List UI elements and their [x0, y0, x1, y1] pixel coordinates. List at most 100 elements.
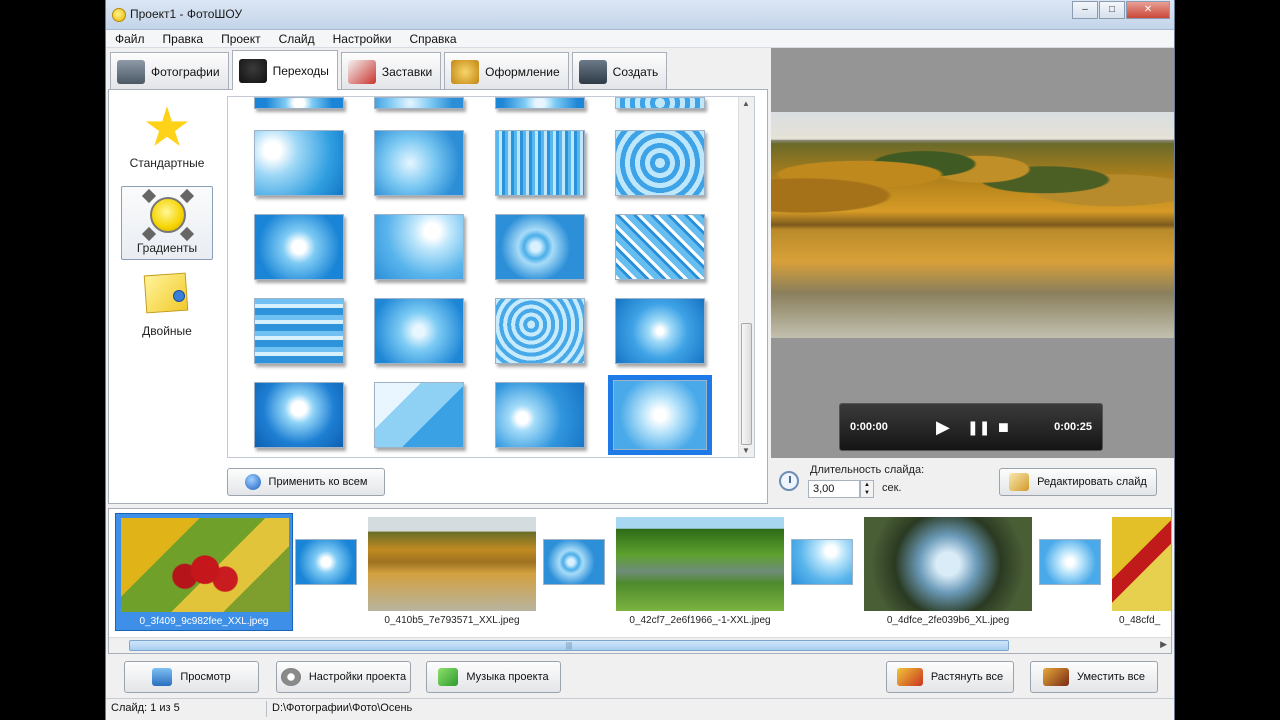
menu-settings[interactable]: Настройки	[324, 30, 401, 47]
current-time: 0:00:00	[850, 421, 888, 433]
transition-thumb[interactable]	[615, 130, 705, 196]
transition-thumb[interactable]	[254, 130, 344, 196]
transition-thumb[interactable]	[254, 214, 344, 280]
transition-thumb-selected[interactable]	[608, 375, 712, 455]
total-time: 0:00:25	[1054, 421, 1092, 433]
apply-to-all-button[interactable]: Применить ко всем	[227, 468, 385, 496]
stretch-image-icon	[896, 668, 923, 686]
category-standard[interactable]: Стандартные	[121, 100, 213, 174]
scroll-down-icon[interactable]: ▼	[742, 446, 750, 455]
gradient-icon	[141, 188, 195, 242]
category-standard-label: Стандартные	[129, 156, 205, 170]
main-tabs: Фотографии Переходы Заставки Оформление …	[110, 50, 670, 90]
tab-intros[interactable]: Заставки	[340, 52, 442, 90]
menu-edit[interactable]: Правка	[154, 30, 213, 47]
transition-categories: Стандартные Градиенты Двойные	[109, 90, 227, 503]
filmstrip-scrollbar[interactable]: ||| ▶	[109, 637, 1171, 653]
slide-transition[interactable]	[791, 539, 853, 585]
play-button[interactable]: ▶	[936, 417, 950, 437]
window-title: Проект1 - ФотоШОУ	[130, 7, 243, 21]
film-clapper-icon	[347, 59, 376, 84]
duration-unit: сек.	[882, 482, 902, 494]
transition-thumb[interactable]	[374, 130, 464, 196]
slide-filename: 0_48cfd_	[1119, 615, 1161, 626]
slide-item[interactable]: 0_410b5_7e793571_XXL.jpeg	[363, 513, 541, 631]
slide-filename: 0_42cf7_2e6f1966_-1-XXL.jpeg	[629, 615, 771, 626]
maximize-button[interactable]: □	[1099, 1, 1125, 19]
status-folder-path: D:\Фотографии\Фото\Осень	[272, 702, 413, 714]
tab-create[interactable]: Создать	[571, 52, 668, 90]
category-double[interactable]: Двойные	[121, 268, 213, 342]
transition-grid: ▲ ▼	[227, 96, 755, 458]
project-settings-button[interactable]: Настройки проекта	[276, 661, 411, 693]
slide-item[interactable]: 0_4dfce_2fe039b6_XL.jpeg	[859, 513, 1037, 631]
preview-button[interactable]: Просмотр	[124, 661, 259, 693]
tab-transitions-label: Переходы	[272, 63, 329, 78]
tab-create-label: Создать	[612, 64, 659, 79]
slide-image	[864, 517, 1032, 611]
minimize-button[interactable]: –	[1072, 1, 1098, 19]
palette-icon	[451, 59, 480, 84]
transition-thumb[interactable]	[615, 214, 705, 280]
project-music-button[interactable]: Музыка проекта	[426, 661, 561, 693]
magic-hat-icon	[238, 58, 267, 83]
slide-transition[interactable]	[295, 539, 357, 585]
edit-slide-label: Редактировать слайд	[1037, 476, 1147, 488]
tab-photos[interactable]: Фотографии	[110, 52, 229, 90]
duration-input[interactable]: 3,00	[808, 480, 860, 498]
duration-spinner[interactable]: ▲ ▼	[860, 480, 874, 498]
transition-thumb[interactable]	[495, 298, 585, 364]
scroll-up-icon[interactable]: ▲	[742, 99, 750, 108]
title-bar[interactable]: Проект1 - ФотоШОУ – □ ✕	[106, 0, 1174, 30]
pin-icon	[173, 290, 185, 302]
slide-filename: 0_410b5_7e793571_XXL.jpeg	[384, 615, 520, 626]
fit-all-button[interactable]: Уместить все	[1030, 661, 1158, 693]
menu-slide[interactable]: Слайд	[270, 30, 324, 47]
transition-thumb[interactable]	[495, 97, 585, 109]
transition-thumb[interactable]	[374, 214, 464, 280]
slide-item[interactable]: 0_48cfd_	[1107, 513, 1171, 631]
app-logo-icon	[112, 8, 126, 22]
edit-slide-button[interactable]: Редактировать слайд	[999, 468, 1157, 496]
tab-transitions[interactable]: Переходы	[231, 50, 338, 90]
menu-project[interactable]: Проект	[212, 30, 270, 47]
status-slide-count: Слайд: 1 из 5	[111, 702, 180, 714]
tab-intros-label: Заставки	[381, 64, 433, 79]
transition-thumb[interactable]	[495, 214, 585, 280]
camera-icon	[117, 59, 145, 84]
tab-design[interactable]: Оформление	[444, 52, 569, 90]
slide-item[interactable]: 0_3f409_9c982fee_XXL.jpeg	[115, 513, 293, 631]
transition-thumb[interactable]	[254, 97, 344, 109]
slide-image	[368, 517, 536, 611]
status-bar: Слайд: 1 из 5 D:\Фотографии\Фото\Осень	[106, 698, 1174, 720]
transition-thumb[interactable]	[495, 382, 585, 448]
close-button[interactable]: ✕	[1126, 1, 1170, 19]
transition-thumb[interactable]	[495, 130, 585, 196]
transition-thumb[interactable]	[374, 382, 464, 448]
menu-file[interactable]: Файл	[106, 30, 154, 47]
transition-thumb[interactable]	[615, 298, 705, 364]
transition-thumb[interactable]	[374, 298, 464, 364]
slide-transition[interactable]	[543, 539, 605, 585]
slide-transition[interactable]	[1039, 539, 1101, 585]
transitions-panel: Стандартные Градиенты Двойные ▲ ▼ Примен…	[108, 89, 768, 504]
slide-item[interactable]: 0_42cf7_2e6f1966_-1-XXL.jpeg	[611, 513, 789, 631]
menu-help[interactable]: Справка	[400, 30, 465, 47]
category-gradients[interactable]: Градиенты	[121, 186, 213, 260]
pause-button[interactable]: ❚❚	[967, 417, 990, 437]
video-camera-icon	[578, 59, 607, 84]
category-double-label: Двойные	[142, 324, 192, 338]
transition-thumb[interactable]	[374, 97, 464, 109]
scroll-thumb[interactable]	[741, 323, 752, 445]
stop-button[interactable]: ■	[998, 417, 1009, 437]
filmstrip-scroll-thumb[interactable]: |||	[129, 640, 1009, 651]
fit-image-icon	[1042, 668, 1069, 686]
transition-thumb[interactable]	[254, 298, 344, 364]
transition-thumb[interactable]	[254, 382, 344, 448]
scroll-right-icon[interactable]: ▶	[1160, 639, 1167, 650]
transition-scrollbar[interactable]: ▲ ▼	[738, 97, 754, 457]
stretch-all-button[interactable]: Растянуть все	[886, 661, 1014, 693]
stretch-all-label: Растянуть все	[930, 671, 1004, 683]
app-window: Проект1 - ФотоШОУ – □ ✕ Файл Правка Прое…	[105, 0, 1175, 720]
transition-thumb[interactable]	[615, 97, 705, 109]
